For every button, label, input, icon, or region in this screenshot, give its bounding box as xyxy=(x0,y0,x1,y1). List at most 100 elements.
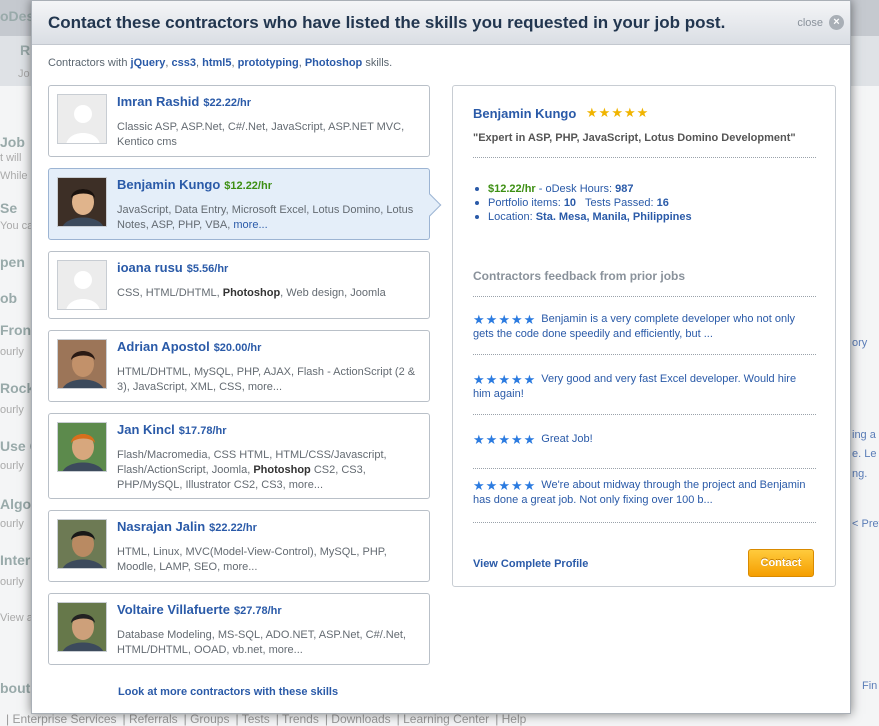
close-button[interactable]: close × xyxy=(797,15,844,30)
avatar[interactable] xyxy=(57,177,107,227)
background-text-fragment: ory xyxy=(852,337,868,349)
divider xyxy=(473,354,816,355)
star-icon: ★ xyxy=(473,311,485,327)
contractor-rate: $20.00/hr xyxy=(213,342,262,354)
footer-link[interactable]: | Enterprise Services xyxy=(6,712,117,726)
contractor-rate: $22.22/hr xyxy=(209,522,257,534)
background-text-fragment: Fin xyxy=(862,680,878,692)
star-icon: ★ xyxy=(611,105,623,120)
contractor-card[interactable]: Adrian Apostol $20.00/hr HTML/DHTML, MySQL… xyxy=(48,330,430,402)
divider xyxy=(473,157,816,158)
star-icon: ★ xyxy=(523,371,536,387)
footer-link[interactable]: | Tests xyxy=(235,712,269,726)
background-text-fragment: View a xyxy=(0,612,33,624)
feedback-item: ★ ★ ★ ★ ★ Great Job! xyxy=(473,432,816,447)
avatar[interactable] xyxy=(57,260,107,310)
detail-rating-stars: ★ ★ ★ ★ ★ xyxy=(586,106,648,119)
contractor-card[interactable]: Jan Kincl $17.78/hr Flash/Macromedia, CSS … xyxy=(48,413,430,499)
close-icon[interactable]: × xyxy=(829,15,844,30)
star-icon: ★ xyxy=(498,431,510,447)
contractor-name[interactable]: Jan Kincl $17.78/hr xyxy=(117,422,227,437)
contractor-card[interactable]: Imran Rashid $22.22/hr Classic ASP, ASP.Ne… xyxy=(48,85,430,157)
contact-button[interactable]: Contact xyxy=(748,549,814,577)
contractor-name[interactable]: ioana rusu $5.56/hr xyxy=(117,260,228,275)
detail-name[interactable]: Benjamin Kungo xyxy=(473,106,576,121)
background-text-fragment: Inter xyxy=(0,552,31,568)
star-icon: ★ xyxy=(523,477,536,493)
star-icon: ★ xyxy=(473,371,485,387)
contractor-name[interactable]: Adrian Apostol $20.00/hr xyxy=(117,339,261,354)
background-text-fragment: e. Le xyxy=(852,448,877,460)
background-text-fragment: ourly xyxy=(0,518,24,530)
contractor-name[interactable]: Nasrajan Jalin $22.22/hr xyxy=(117,519,257,534)
star-icon: ★ xyxy=(473,477,485,493)
contractor-card[interactable]: Benjamin Kungo $12.22/hr JavaScript, Data … xyxy=(48,168,442,240)
star-icon: ★ xyxy=(598,105,611,120)
background-text-fragment: Job xyxy=(0,134,25,150)
background-logo-fragment: oDes xyxy=(0,8,35,24)
background-text-fragment: Se xyxy=(0,200,18,216)
detail-tagline: "Expert in ASP, PHP, JavaScript, Lotus D… xyxy=(473,132,796,144)
star-icon: ★ xyxy=(510,477,523,493)
divider xyxy=(473,296,816,297)
star-icon: ★ xyxy=(586,105,598,120)
star-icon: ★ xyxy=(510,311,523,327)
star-icon: ★ xyxy=(636,105,649,120)
star-icon: ★ xyxy=(523,311,536,327)
skill-tag: Photoshop xyxy=(304,57,363,69)
footer-link[interactable]: | Groups xyxy=(184,712,230,726)
close-label[interactable]: close xyxy=(797,17,823,29)
star-icon: ★ xyxy=(473,431,485,447)
avatar[interactable] xyxy=(57,519,107,569)
fact-location: Location: Sta. Mesa, Manila, Philippines xyxy=(473,210,692,224)
background-text-fragment: ourly xyxy=(0,576,24,588)
star-icon: ★ xyxy=(498,477,510,493)
footer-link[interactable]: | Trends xyxy=(276,712,319,726)
contractor-name[interactable]: Imran Rashid $22.22/hr xyxy=(117,94,251,109)
contractor-name-text: Imran Rashid xyxy=(117,94,200,109)
view-profile-link[interactable]: View Complete Profile xyxy=(473,558,588,570)
star-icon: ★ xyxy=(485,311,498,327)
contractor-name-text: Adrian Apostol xyxy=(117,339,210,354)
feedback-text[interactable]: Great Job! xyxy=(541,433,592,445)
contractor-card[interactable]: Nasrajan Jalin $22.22/hr HTML, Linux, MVC(… xyxy=(48,510,430,582)
contractor-card[interactable]: ioana rusu $5.56/hr CSS, HTML/DHTML, Photo… xyxy=(48,251,430,319)
avatar[interactable] xyxy=(57,339,107,389)
background-tab-fragment: Jo xyxy=(18,68,30,80)
background-text-fragment: pen xyxy=(0,254,25,270)
star-icon: ★ xyxy=(485,477,498,493)
background-text-fragment: ing a xyxy=(852,429,876,441)
star-icon: ★ xyxy=(510,371,523,387)
contractor-skills: Database Modeling, MS-SQL, ADO.NET, ASP.… xyxy=(117,629,406,656)
modal-title: Contact these contractors who have liste… xyxy=(48,13,726,32)
skill-tag: html5 xyxy=(202,57,232,69)
contractor-card[interactable]: Voltaire Villafuerte $27.78/hr Database Mo… xyxy=(48,593,430,665)
avatar[interactable] xyxy=(57,422,107,472)
background-text-fragment: While xyxy=(0,170,28,182)
avatar[interactable] xyxy=(57,602,107,652)
contractor-name[interactable]: Benjamin Kungo $12.22/hr xyxy=(117,177,272,192)
feedback-stars: ★ ★ ★ ★ ★ xyxy=(473,373,535,386)
contractor-name[interactable]: Voltaire Villafuerte $27.78/hr xyxy=(117,602,282,617)
detail-facts: $12.22/hr - oDesk Hours: 987 Portfolio i… xyxy=(473,182,692,224)
contractor-skills: HTML, Linux, MVC(Model-View-Control), My… xyxy=(117,546,387,573)
feedback-heading: Contractors feedback from prior jobs xyxy=(473,269,686,283)
star-icon: ★ xyxy=(498,371,510,387)
contractor-rate: $27.78/hr xyxy=(233,605,282,617)
modal-header: Contact these contractors who have liste… xyxy=(32,1,850,45)
footer-link[interactable]: | Downloads xyxy=(325,712,391,726)
footer-link[interactable]: | Learning Center xyxy=(397,712,490,726)
footer-link[interactable]: | Help xyxy=(495,712,526,726)
divider xyxy=(473,468,816,469)
contractor-rate: $17.78/hr xyxy=(178,425,227,437)
more-contractors-link[interactable]: Look at more contractors with these skil… xyxy=(118,686,338,698)
divider xyxy=(473,522,816,523)
avatar[interactable] xyxy=(57,94,107,144)
background-text-fragment: ourly xyxy=(0,346,24,358)
skills-subtitle: Contractors with jQuery, css3, html5, pr… xyxy=(48,57,393,69)
contractor-skills: Flash/Macromedia, CSS HTML, HTML/CSS/Jav… xyxy=(117,449,387,491)
footer-link[interactable]: | Referrals xyxy=(123,712,178,726)
feedback-item: ★ ★ ★ ★ ★ Very good and very fast Excel devel… xyxy=(473,372,816,402)
background-text-fragment: ng. xyxy=(852,468,868,480)
star-icon: ★ xyxy=(498,311,510,327)
